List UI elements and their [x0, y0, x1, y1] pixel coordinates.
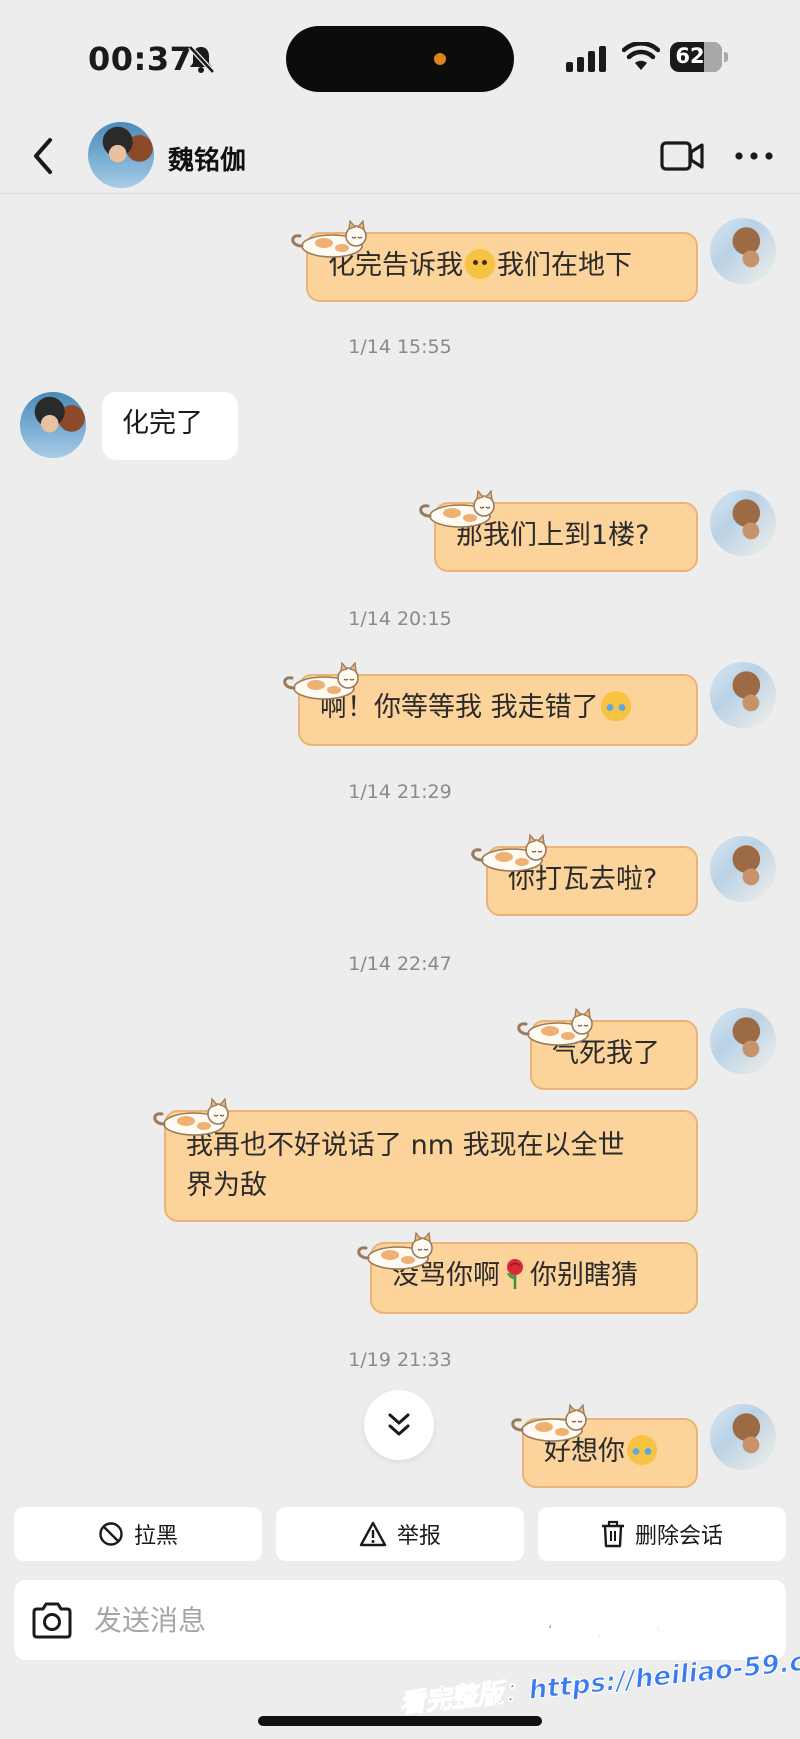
wifi-icon [622, 42, 660, 70]
crying-face-emoji [627, 1435, 657, 1465]
cat-sticker-icon [471, 833, 548, 873]
message-text-line: 我再也不好说话了 nm 我现在以全世 [186, 1130, 625, 1161]
report-label: 举报 [396, 1524, 441, 1549]
status-time: 00:37 [88, 40, 193, 78]
cellular-signal-icon [566, 46, 606, 72]
message-text: 我们在地下 [497, 250, 632, 281]
camera-icon[interactable] [30, 1600, 74, 1640]
cat-sticker-icon [283, 661, 360, 701]
report-button[interactable]: 举报 [276, 1507, 524, 1561]
more-options-icon[interactable] [734, 150, 774, 162]
contact-avatar[interactable] [88, 122, 154, 188]
back-arrow-icon[interactable] [26, 136, 60, 176]
dynamic-island [286, 26, 514, 92]
contact-name[interactable]: 魏铭伽 [168, 140, 246, 177]
message-text: 啊！你等等我 我走错了 [320, 692, 599, 723]
battery-icon: 62 [670, 42, 728, 72]
rose-emoji [507, 1259, 523, 1289]
my-avatar[interactable] [710, 490, 776, 556]
warning-icon [359, 1521, 387, 1547]
message-text: 化完了 [122, 408, 203, 439]
home-indicator[interactable] [258, 1716, 542, 1726]
island-indicator [434, 53, 446, 65]
contact-avatar-small[interactable] [20, 392, 86, 458]
cat-sticker-icon [517, 1007, 594, 1047]
message-bubble-other[interactable]: 化完了 [102, 392, 238, 460]
my-avatar[interactable] [710, 836, 776, 902]
cat-sticker-icon [357, 1231, 434, 1271]
trash-icon [601, 1520, 624, 1548]
block-label: 拉黑 [133, 1524, 178, 1549]
message-timestamp: 1/14 21:29 [348, 781, 452, 803]
delete-conversation-button[interactable]: 删除会话 [538, 1507, 786, 1561]
video-call-icon[interactable] [660, 140, 704, 172]
block-button[interactable]: 拉黑 [14, 1507, 262, 1561]
pleading-face-emoji [465, 249, 495, 279]
message-timestamp: 1/19 21:33 [348, 1349, 452, 1371]
my-avatar[interactable] [710, 218, 776, 284]
battery-level: 62 [675, 44, 705, 68]
block-icon [99, 1522, 123, 1546]
message-timestamp: 1/14 20:15 [348, 608, 452, 630]
cat-sticker-icon [291, 219, 368, 259]
message-text-line: 界为敌 [186, 1170, 267, 1201]
status-bar: 00:37 62 [0, 0, 800, 118]
delete-label: 删除会话 [634, 1524, 723, 1549]
message-text: 你别瞎猜 [530, 1260, 638, 1291]
cat-sticker-icon [153, 1097, 230, 1137]
bell-muted-icon [188, 45, 215, 74]
my-avatar[interactable] [710, 662, 776, 728]
header-divider [0, 193, 800, 194]
message-timestamp: 1/14 15:55 [348, 336, 452, 358]
message-bubble-mine[interactable]: 我再也不好说话了 nm 我现在以全世 界为敌 [164, 1110, 698, 1222]
chat-header: 魏铭伽 [0, 118, 800, 194]
cat-sticker-icon [419, 489, 496, 529]
crying-face-emoji [600, 691, 631, 721]
double-chevron-down-icon [388, 1413, 410, 1436]
my-avatar[interactable] [710, 1008, 776, 1074]
my-avatar[interactable] [710, 1404, 776, 1470]
cat-sticker-icon [511, 1403, 588, 1443]
message-timestamp: 1/14 22:47 [348, 953, 452, 975]
scroll-to-bottom-button[interactable] [364, 1390, 434, 1460]
